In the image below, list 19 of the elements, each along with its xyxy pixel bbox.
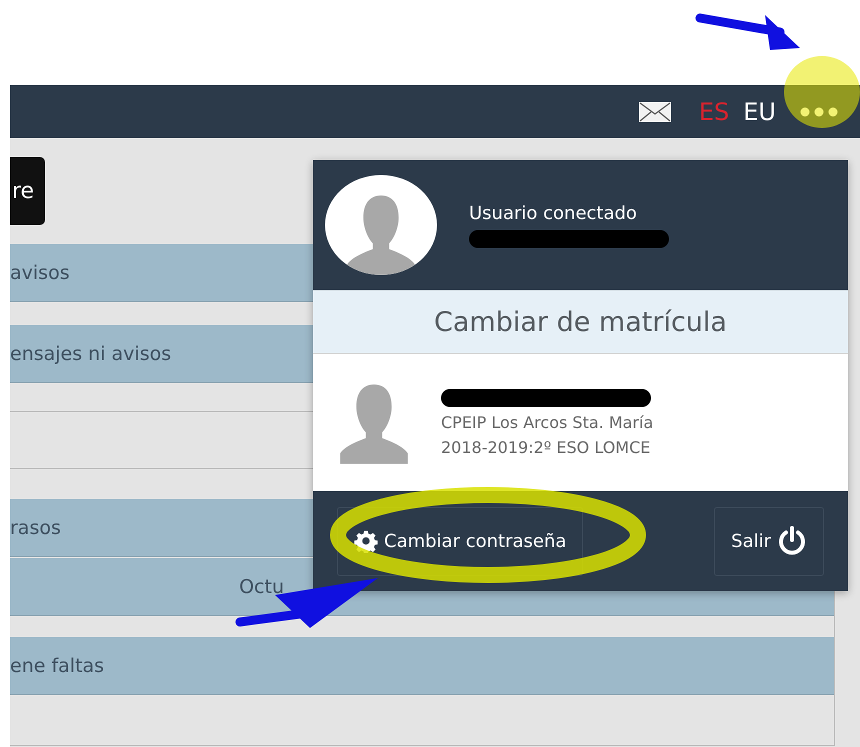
settings-icon	[354, 529, 378, 553]
power-icon	[777, 526, 807, 556]
person-silhouette-icon	[339, 382, 409, 464]
mail-icon[interactable]	[638, 102, 671, 122]
school-name: CPEIP Los Arcos Sta. María	[441, 412, 654, 432]
row-text: ene faltas	[10, 654, 104, 676]
row-text: Octu	[239, 576, 284, 598]
more-icon[interactable]	[800, 106, 838, 116]
section-title: Cambiar de matrícula	[313, 290, 848, 354]
enrollment-item[interactable]: CPEIP Los Arcos Sta. María 2018-2019:2º ESO LOMCE	[313, 354, 848, 491]
person-silhouette-icon	[346, 193, 416, 275]
logout-button[interactable]: Salir	[714, 506, 824, 576]
user-status: Usuario conectado	[469, 202, 638, 224]
language-link[interactable]: EU	[743, 98, 776, 126]
row-text: rasos	[10, 516, 61, 538]
dark-button[interactable]: re	[10, 157, 45, 225]
row-text: ensajes ni avisos	[10, 342, 172, 364]
course-name: 2018-2019:2º ESO LOMCE	[441, 438, 652, 456]
row-text: avisos	[10, 262, 70, 284]
